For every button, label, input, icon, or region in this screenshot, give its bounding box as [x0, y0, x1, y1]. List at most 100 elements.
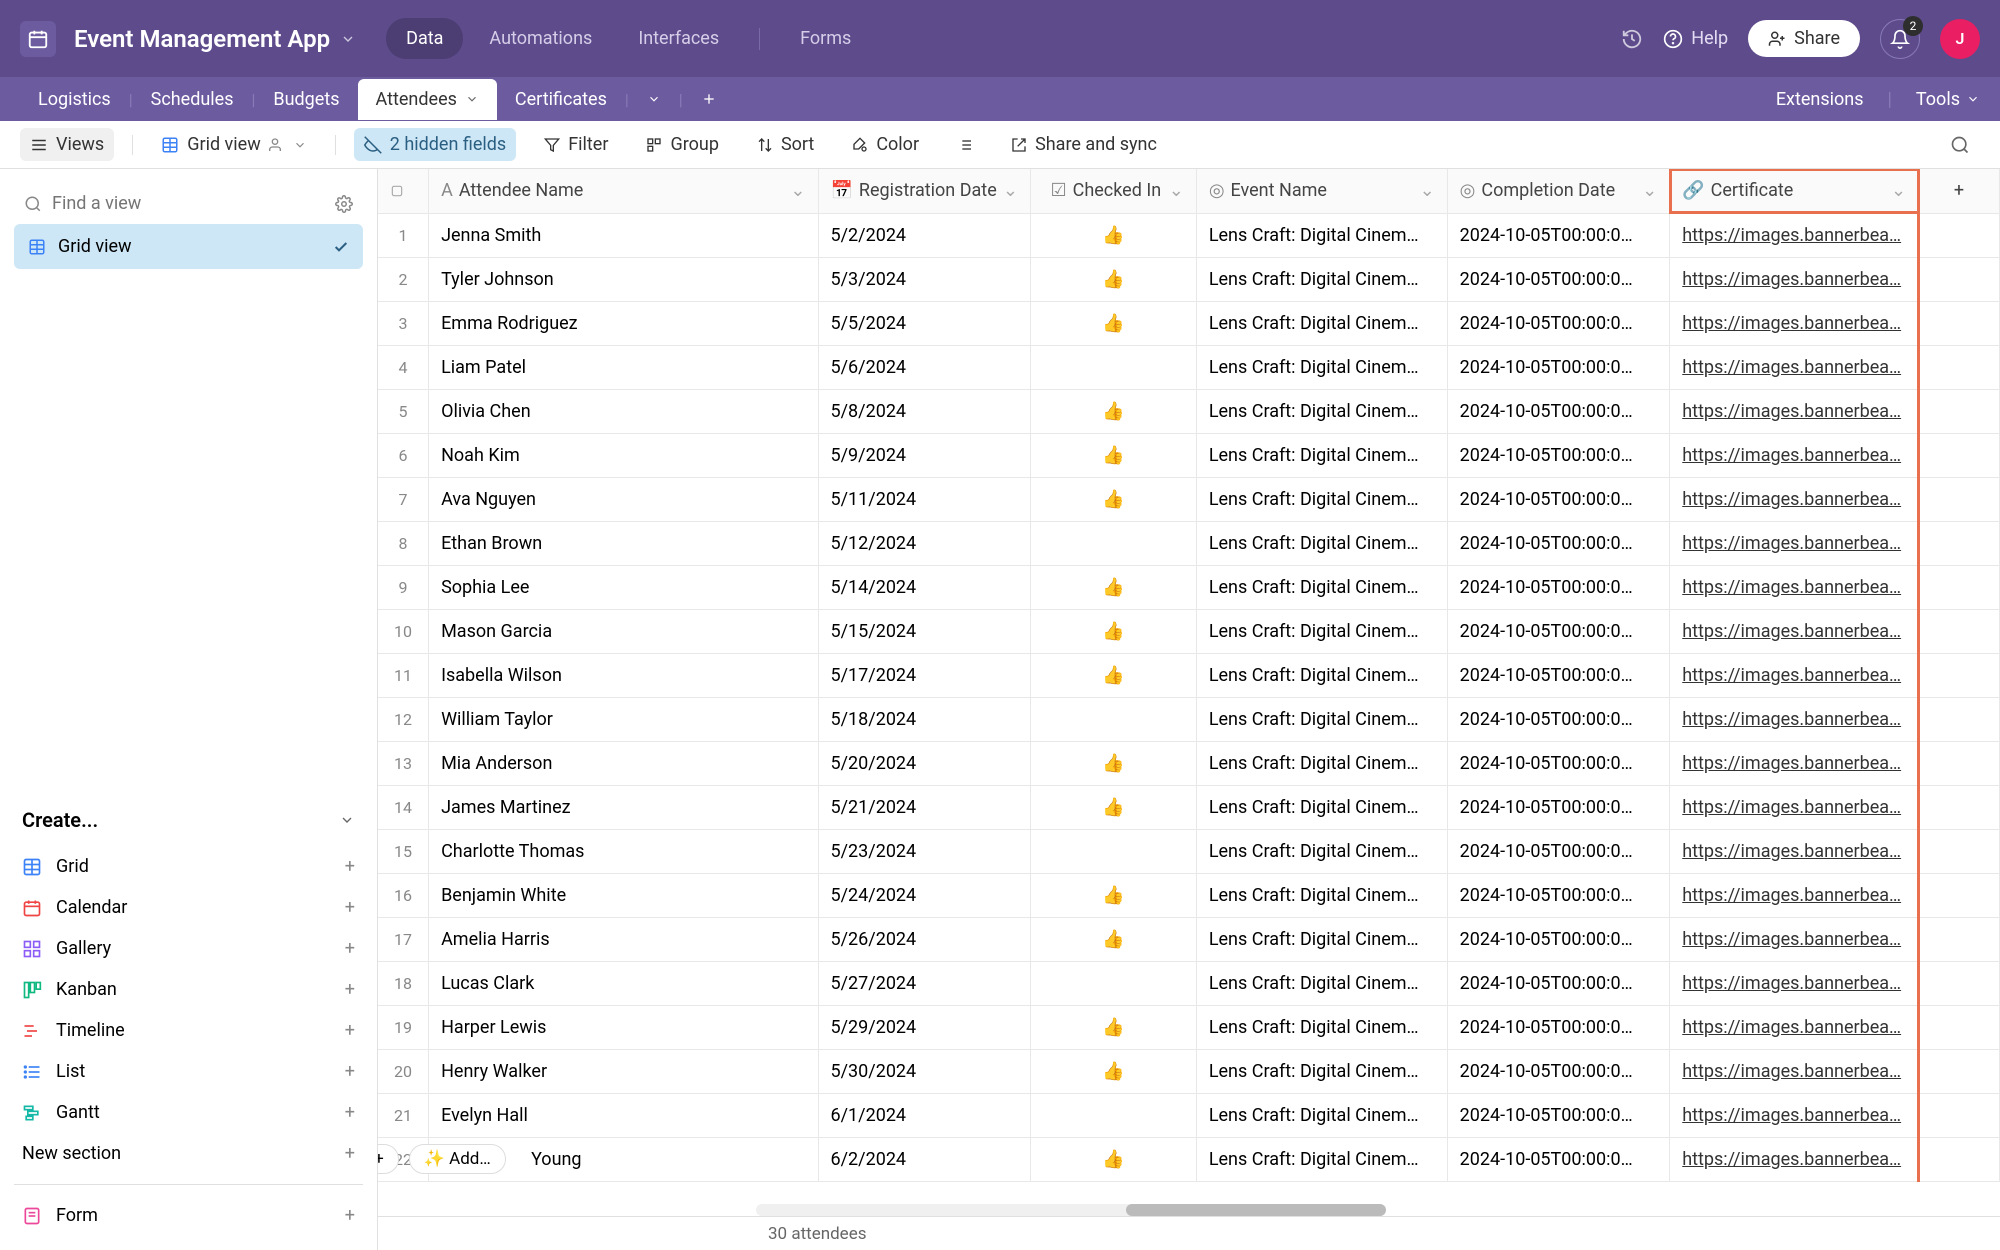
cell-event[interactable]: Lens Craft: Digital Cinem… [1196, 213, 1447, 257]
cell-completion[interactable]: 2024-10-05T00:00:0… [1447, 697, 1670, 741]
cell-event[interactable]: Lens Craft: Digital Cinem… [1196, 433, 1447, 477]
row-number[interactable]: 3 [378, 301, 429, 345]
cell-certificate[interactable]: https://images.bannerbea… [1670, 653, 1919, 697]
cell-certificate[interactable]: https://images.bannerbea… [1670, 433, 1919, 477]
column-certificate[interactable]: 🔗Certificate⌄ [1670, 169, 1919, 213]
group-button[interactable]: Group [636, 128, 728, 161]
row-number[interactable]: 14 [378, 785, 429, 829]
create-new-section[interactable]: New section + [14, 1133, 363, 1174]
table-row[interactable]: 6Noah Kim5/9/2024👍Lens Craft: Digital Ci… [378, 433, 2000, 477]
cell-certificate[interactable]: https://images.bannerbea… [1670, 565, 1919, 609]
table-row[interactable]: 1Jenna Smith5/2/2024👍Lens Craft: Digital… [378, 213, 2000, 257]
hidden-fields-button[interactable]: 2 hidden fields [354, 128, 516, 161]
cell-event[interactable]: Lens Craft: Digital Cinem… [1196, 609, 1447, 653]
cell-certificate[interactable]: https://images.bannerbea… [1670, 301, 1919, 345]
notifications-button[interactable]: 2 [1880, 19, 1920, 59]
table-tab-logistics[interactable]: Logistics [20, 79, 129, 120]
top-tab-forms[interactable]: Forms [780, 18, 871, 59]
cell-registration[interactable]: 5/27/2024 [818, 961, 1030, 1005]
cell-registration[interactable]: 5/24/2024 [818, 873, 1030, 917]
table-row[interactable]: 11Isabella Wilson5/17/2024👍Lens Craft: D… [378, 653, 2000, 697]
table-tab-attendees[interactable]: Attendees [358, 79, 497, 120]
column-registration[interactable]: 📅Registration Date⌄ [818, 169, 1030, 213]
row-number[interactable]: 21 [378, 1093, 429, 1137]
table-row[interactable]: 7Ava Nguyen5/11/2024👍Lens Craft: Digital… [378, 477, 2000, 521]
cell-checked-in[interactable]: 👍 [1030, 433, 1196, 477]
cell-certificate[interactable]: https://images.bannerbea… [1670, 1137, 1919, 1181]
cell-registration[interactable]: 5/12/2024 [818, 521, 1030, 565]
create-gallery[interactable]: Gallery+ [14, 928, 363, 969]
cell-checked-in[interactable]: 👍 [1030, 609, 1196, 653]
filter-button[interactable]: Filter [534, 128, 618, 161]
cell-completion[interactable]: 2024-10-05T00:00:0… [1447, 917, 1670, 961]
table-row[interactable]: 5Olivia Chen5/8/2024👍Lens Craft: Digital… [378, 389, 2000, 433]
table-tab-schedules[interactable]: Schedules [133, 79, 252, 120]
select-all-header[interactable] [378, 169, 429, 213]
cell-completion[interactable]: 2024-10-05T00:00:0… [1447, 565, 1670, 609]
create-header[interactable]: Create... [14, 794, 363, 846]
cell-registration[interactable]: 5/5/2024 [818, 301, 1030, 345]
table-row[interactable]: 19Harper Lewis5/29/2024👍Lens Craft: Digi… [378, 1005, 2000, 1049]
cell-checked-in[interactable] [1030, 345, 1196, 389]
table-row[interactable]: 14James Martinez5/21/2024👍Lens Craft: Di… [378, 785, 2000, 829]
cell-name[interactable]: Sophia Lee [429, 565, 818, 609]
cell-name[interactable]: +✨ Add…Young [429, 1137, 818, 1181]
cell-registration[interactable]: 5/15/2024 [818, 609, 1030, 653]
add-table-button[interactable] [683, 81, 735, 117]
row-number[interactable]: 16 [378, 873, 429, 917]
row-number[interactable]: 11 [378, 653, 429, 697]
cell-event[interactable]: Lens Craft: Digital Cinem… [1196, 697, 1447, 741]
cell-name[interactable]: Ethan Brown [429, 521, 818, 565]
row-number[interactable]: 18 [378, 961, 429, 1005]
cell-event[interactable]: Lens Craft: Digital Cinem… [1196, 1049, 1447, 1093]
app-title[interactable]: Event Management App [74, 25, 330, 53]
cell-completion[interactable]: 2024-10-05T00:00:0… [1447, 521, 1670, 565]
tools-button[interactable]: Tools [1916, 89, 1980, 110]
cell-name[interactable]: Mason Garcia [429, 609, 818, 653]
cell-name[interactable]: Olivia Chen [429, 389, 818, 433]
scrollbar-thumb[interactable] [1126, 1204, 1386, 1216]
row-number[interactable]: 19 [378, 1005, 429, 1049]
cell-checked-in[interactable]: 👍 [1030, 873, 1196, 917]
cell-registration[interactable]: 5/21/2024 [818, 785, 1030, 829]
cell-completion[interactable]: 2024-10-05T00:00:0… [1447, 785, 1670, 829]
cell-checked-in[interactable]: 👍 [1030, 301, 1196, 345]
table-row[interactable]: 4Liam Patel5/6/2024Lens Craft: Digital C… [378, 345, 2000, 389]
cell-name[interactable]: Evelyn Hall [429, 1093, 818, 1137]
view-item-grid[interactable]: Grid view [14, 224, 363, 269]
cell-checked-in[interactable] [1030, 961, 1196, 1005]
cell-event[interactable]: Lens Craft: Digital Cinem… [1196, 1137, 1447, 1181]
row-number[interactable]: 7 [378, 477, 429, 521]
cell-completion[interactable]: 2024-10-05T00:00:0… [1447, 257, 1670, 301]
table-row[interactable]: 13Mia Anderson5/20/2024👍Lens Craft: Digi… [378, 741, 2000, 785]
gear-icon[interactable] [335, 195, 353, 213]
cell-event[interactable]: Lens Craft: Digital Cinem… [1196, 1093, 1447, 1137]
sort-button[interactable]: Sort [747, 128, 824, 161]
row-number[interactable]: 4 [378, 345, 429, 389]
cell-checked-in[interactable]: 👍 [1030, 1137, 1196, 1181]
history-icon[interactable] [1621, 28, 1643, 50]
cell-certificate[interactable]: https://images.bannerbea… [1670, 961, 1919, 1005]
cell-completion[interactable]: 2024-10-05T00:00:0… [1447, 301, 1670, 345]
cell-event[interactable]: Lens Craft: Digital Cinem… [1196, 521, 1447, 565]
cell-registration[interactable]: 5/3/2024 [818, 257, 1030, 301]
column-event[interactable]: ◎Event Name⌄ [1196, 169, 1447, 213]
column-attendee[interactable]: AAttendee Name⌄ [429, 169, 818, 213]
table-tab-budgets[interactable]: Budgets [255, 79, 357, 120]
cell-name[interactable]: Mia Anderson [429, 741, 818, 785]
cell-certificate[interactable]: https://images.bannerbea… [1670, 345, 1919, 389]
cell-checked-in[interactable]: 👍 [1030, 741, 1196, 785]
table-row[interactable]: 18Lucas Clark5/27/2024Lens Craft: Digita… [378, 961, 2000, 1005]
cell-checked-in[interactable]: 👍 [1030, 213, 1196, 257]
horizontal-scrollbar[interactable] [756, 1204, 1356, 1216]
cell-certificate[interactable]: https://images.bannerbea… [1670, 741, 1919, 785]
cell-name[interactable]: Lucas Clark [429, 961, 818, 1005]
column-checked-in[interactable]: ☑Checked In⌄ [1030, 169, 1196, 213]
cell-name[interactable]: Tyler Johnson [429, 257, 818, 301]
cell-event[interactable]: Lens Craft: Digital Cinem… [1196, 741, 1447, 785]
cell-certificate[interactable]: https://images.bannerbea… [1670, 477, 1919, 521]
cell-event[interactable]: Lens Craft: Digital Cinem… [1196, 829, 1447, 873]
create-list[interactable]: List+ [14, 1051, 363, 1092]
cell-certificate[interactable]: https://images.bannerbea… [1670, 829, 1919, 873]
app-icon[interactable] [20, 21, 56, 57]
